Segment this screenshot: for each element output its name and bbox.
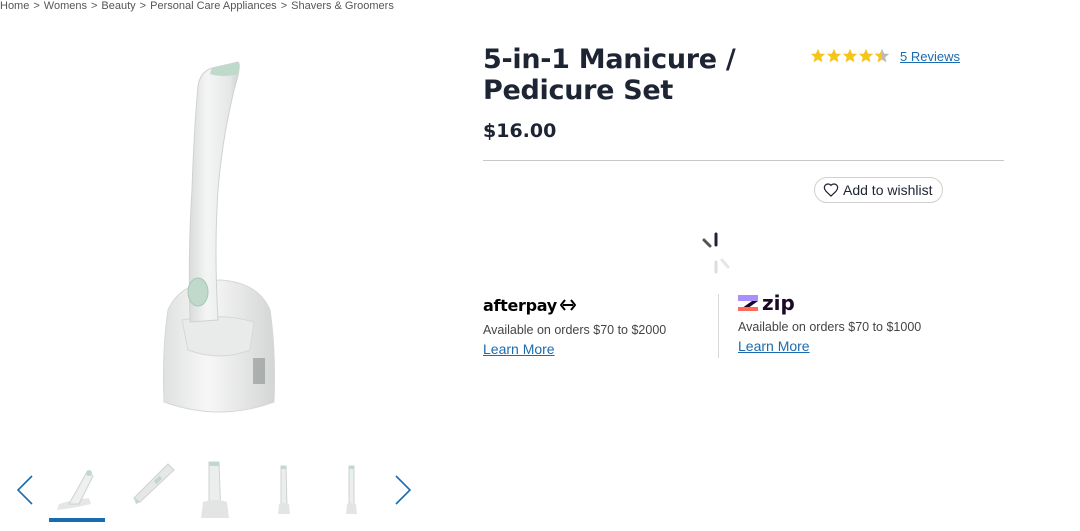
breadcrumb-separator: >	[139, 0, 147, 12]
star-icon	[826, 48, 842, 63]
zip-learn-more-link[interactable]: Learn More	[738, 338, 810, 354]
product-rating: 5 Reviews	[810, 48, 960, 64]
thumbnail-2[interactable]	[124, 458, 184, 520]
zip-block: zip Available on orders $70 to $1000 Lea…	[738, 290, 998, 356]
breadcrumb-personal-care[interactable]: Personal Care Appliances	[150, 0, 277, 12]
spinner-icon	[700, 230, 740, 278]
thumbnail-4[interactable]	[254, 458, 314, 520]
zip-logo: zip	[738, 290, 998, 316]
zip-mark-icon	[738, 295, 758, 311]
payment-divider	[718, 294, 719, 358]
afterpay-block: afterpay Available on orders $70 to $200…	[483, 294, 713, 359]
star-icon	[842, 48, 858, 63]
breadcrumb-womens[interactable]: Womens	[44, 0, 87, 12]
half-star-icon	[874, 48, 890, 63]
breadcrumb-separator: >	[280, 0, 288, 12]
add-to-wishlist-button[interactable]: Add to wishlist	[814, 177, 944, 203]
breadcrumb-shavers[interactable]: Shavers & Groomers	[291, 0, 394, 12]
rating-stars	[810, 48, 890, 64]
zip-logo-text: zip	[762, 291, 795, 315]
chevron-left-icon[interactable]	[12, 472, 38, 508]
chevron-right-icon[interactable]	[390, 472, 416, 508]
thumbnail-carousel	[0, 458, 430, 528]
afterpay-text: Available on orders $70 to $2000	[483, 323, 667, 337]
heart-icon	[823, 183, 839, 197]
afterpay-logo-text: afterpay	[483, 295, 557, 315]
star-icon	[810, 48, 826, 63]
thumbnail-5[interactable]	[321, 458, 381, 520]
afterpay-arrows-icon	[559, 299, 576, 311]
product-title: 5-in-1 Manicure / Pedicure Set	[483, 44, 736, 106]
breadcrumb-home[interactable]: Home	[0, 0, 29, 12]
afterpay-logo: afterpay	[483, 294, 713, 316]
breadcrumb-beauty[interactable]: Beauty	[101, 0, 135, 12]
star-icon	[858, 48, 874, 63]
breadcrumb: Home > Womens > Beauty > Personal Care Applian…	[0, 0, 394, 12]
wishlist-label: Add to wishlist	[843, 182, 933, 198]
product-price: $16.00	[483, 120, 557, 142]
breadcrumb-separator: >	[90, 0, 98, 12]
breadcrumb-separator: >	[33, 0, 40, 12]
divider	[483, 160, 1004, 161]
thumbnail-1[interactable]	[47, 458, 107, 522]
reviews-link[interactable]: 5 Reviews	[900, 49, 960, 64]
afterpay-learn-more-link[interactable]: Learn More	[483, 341, 555, 357]
thumbnail-3[interactable]	[185, 458, 245, 520]
zip-text: Available on orders $70 to $1000	[738, 320, 922, 334]
product-main-image[interactable]	[120, 50, 320, 430]
